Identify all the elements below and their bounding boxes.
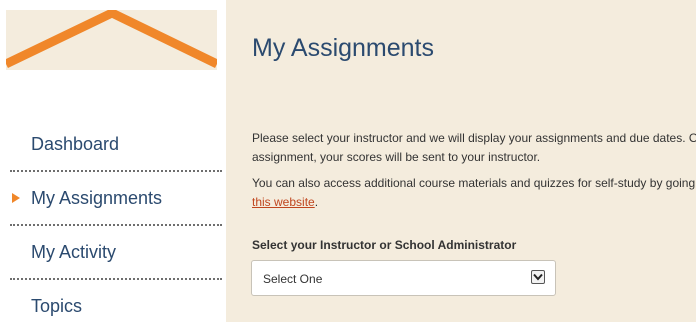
sidebar-item-label: My Assignments bbox=[31, 187, 163, 208]
roof-logo-icon bbox=[6, 10, 217, 70]
instructor-select[interactable]: Select One bbox=[251, 260, 556, 296]
page-title: My Assignments bbox=[252, 34, 435, 62]
website-link[interactable]: this website bbox=[252, 195, 315, 209]
instructions-line-1: Please select your instructor and we wil… bbox=[252, 131, 696, 145]
sidebar-item-dashboard[interactable]: Dashboard bbox=[10, 118, 222, 172]
instructions-paragraph: Please select your instructor and we wil… bbox=[252, 129, 696, 167]
sidebar-item-my-activity[interactable]: My Activity bbox=[10, 226, 222, 280]
additional-materials-line-1: You can also access additional course ma… bbox=[252, 176, 696, 190]
sidebar-item-label: Dashboard bbox=[31, 133, 120, 154]
main-content: My Assignments Please select your instru… bbox=[226, 0, 696, 322]
chevron-down-icon[interactable] bbox=[531, 270, 545, 284]
sidebar-item-label: My Activity bbox=[31, 241, 117, 262]
instructions-line-2: assignment, your scores will be sent to … bbox=[252, 150, 541, 164]
sidebar-item-topics[interactable]: Topics bbox=[10, 280, 222, 332]
instructor-select-value: Select One bbox=[263, 272, 323, 286]
sidebar-nav: Dashboard My Assignments My Activity Top… bbox=[10, 118, 222, 332]
sidebar-item-label: Topics bbox=[31, 295, 83, 316]
period-text: . bbox=[314, 195, 319, 209]
sidebar: Dashboard My Assignments My Activity Top… bbox=[0, 0, 226, 322]
additional-materials-paragraph: You can also access additional course ma… bbox=[252, 174, 696, 212]
instructor-select-label: Select your Instructor or School Adminis… bbox=[252, 238, 517, 252]
sidebar-item-my-assignments[interactable]: My Assignments bbox=[10, 172, 222, 226]
additional-materials-line-2: this website. bbox=[252, 193, 696, 212]
triangle-right-icon bbox=[12, 193, 20, 203]
